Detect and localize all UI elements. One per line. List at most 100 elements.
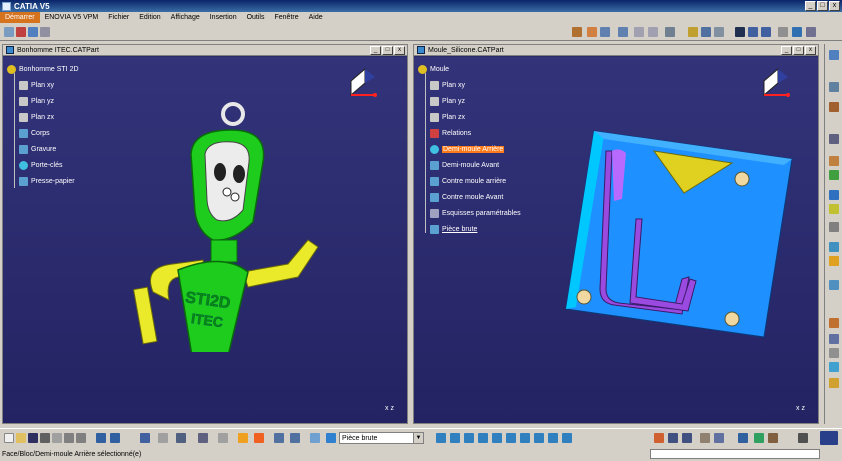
grid-icon[interactable] <box>218 433 228 443</box>
undo-icon[interactable] <box>96 433 106 443</box>
doc-right-minimize-button[interactable]: _ <box>781 46 792 55</box>
part-body-icon[interactable] <box>326 433 336 443</box>
thickness-analysis-icon[interactable] <box>768 433 778 443</box>
loft-icon[interactable] <box>829 256 839 266</box>
thread-tool-icon[interactable] <box>714 27 724 37</box>
tree-node-demi-moule-avant[interactable]: Demi-moule Avant <box>430 159 499 171</box>
tree-node-demi-moule-arriere[interactable]: Demi-moule Arrière <box>430 143 505 155</box>
doc-right-maximize-button[interactable]: □ <box>793 46 804 55</box>
zoom-in-icon[interactable] <box>492 433 502 443</box>
pad-icon[interactable] <box>829 102 839 112</box>
shaft-icon[interactable] <box>829 156 839 166</box>
shell-icon[interactable] <box>829 348 839 358</box>
body-insert-icon[interactable] <box>310 433 320 443</box>
constraint-icon[interactable] <box>290 433 300 443</box>
point-tool-icon[interactable] <box>735 27 745 37</box>
curve-tool-icon[interactable] <box>761 27 771 37</box>
minimize-button[interactable]: _ <box>805 1 816 11</box>
line-tool-icon[interactable] <box>748 27 758 37</box>
tree-node-plan-zx[interactable]: Plan zx <box>430 111 465 123</box>
rotate-icon[interactable] <box>478 433 488 443</box>
doc-left-maximize-button[interactable]: □ <box>382 46 393 55</box>
tree-node-esquisses[interactable]: Esquisses paramétrables <box>430 207 521 219</box>
curvature-analysis-icon[interactable] <box>754 433 764 443</box>
menu-aide[interactable]: Aide <box>304 12 328 23</box>
update-icon[interactable] <box>238 433 248 443</box>
pocket-tool-icon[interactable] <box>587 27 597 37</box>
fx-formula-icon[interactable] <box>140 433 150 443</box>
paste-icon[interactable] <box>76 433 86 443</box>
tree-node-root[interactable]: Moule <box>418 63 449 75</box>
groove-icon[interactable] <box>829 170 839 180</box>
menu-edition[interactable]: Edition <box>134 12 165 23</box>
tree-node-contre-moule-arriere[interactable]: Contre moule arrière <box>430 175 506 187</box>
menu-insertion[interactable]: Insertion <box>205 12 242 23</box>
compass-icon[interactable] <box>345 65 381 105</box>
pocket-icon[interactable] <box>829 134 839 144</box>
refresh-icon[interactable] <box>254 433 264 443</box>
doc-left-close-button[interactable]: x <box>394 46 405 55</box>
thickness-tool-icon[interactable] <box>701 27 711 37</box>
viewport-right[interactable]: Moule Plan xy Plan yz Plan zx Relations … <box>414 57 818 423</box>
viewport-left[interactable]: Bonhomme STI 2D Plan xy Plan yz Plan zx … <box>3 57 407 423</box>
apply-material-icon[interactable] <box>700 433 710 443</box>
hole-icon[interactable] <box>829 190 839 200</box>
hide-show-icon[interactable] <box>562 433 572 443</box>
hole-tool-icon[interactable] <box>618 27 628 37</box>
shell-tool-icon[interactable] <box>688 27 698 37</box>
open-file-icon[interactable] <box>16 433 26 443</box>
sketcher-icon[interactable] <box>829 82 839 92</box>
camera-icon[interactable] <box>798 433 808 443</box>
shading-icon[interactable] <box>548 433 558 443</box>
tree-node-porte-cles[interactable]: Porte-clés <box>19 159 63 171</box>
tree-node-plan-xy[interactable]: Plan xy <box>19 79 54 91</box>
tree-node-presse-papier[interactable]: Presse-papier <box>19 175 75 187</box>
normal-view-icon[interactable] <box>520 433 530 443</box>
menu-demarrer[interactable]: Démarrer <box>0 12 40 23</box>
tree-node-root[interactable]: Bonhomme STI 2D <box>7 63 79 75</box>
fillet-tool-icon[interactable] <box>634 27 644 37</box>
cut-icon[interactable] <box>52 433 62 443</box>
close-button[interactable]: x <box>829 1 840 11</box>
law-icon[interactable] <box>158 433 168 443</box>
tree-node-relations[interactable]: Relations <box>430 127 471 139</box>
menu-outils[interactable]: Outils <box>242 12 270 23</box>
instant-analysis-icon[interactable] <box>714 433 724 443</box>
copy-icon[interactable] <box>64 433 74 443</box>
workbench-icon[interactable] <box>829 50 839 60</box>
doc-right-close-button[interactable]: x <box>805 46 816 55</box>
maximize-button[interactable]: □ <box>817 1 828 11</box>
measure-tool-icon[interactable] <box>778 27 788 37</box>
fly-mode-icon[interactable] <box>436 433 446 443</box>
mirror-icon[interactable] <box>829 362 839 372</box>
current-body-select[interactable]: Pièce brute ▼ <box>339 432 424 444</box>
plane-tool-icon[interactable] <box>28 27 38 37</box>
pad-tool-icon[interactable] <box>572 27 582 37</box>
pattern-icon[interactable] <box>829 378 839 388</box>
save-icon[interactable] <box>28 433 38 443</box>
rib-icon[interactable] <box>829 204 839 214</box>
analysis-icon[interactable] <box>654 433 664 443</box>
catalog-icon[interactable] <box>198 433 208 443</box>
tree-node-plan-xy[interactable]: Plan xy <box>430 79 465 91</box>
tree-node-plan-zx[interactable]: Plan zx <box>19 111 54 123</box>
sketch-tool-icon[interactable] <box>16 27 26 37</box>
chamfer-tool-icon[interactable] <box>648 27 658 37</box>
tree-node-piece-brute[interactable]: Pièce brute <box>430 223 477 235</box>
tree-node-corps[interactable]: Corps <box>19 127 50 139</box>
chamfer-icon[interactable] <box>829 318 839 328</box>
zoom-out-icon[interactable] <box>506 433 516 443</box>
print-icon[interactable] <box>40 433 50 443</box>
draft-icon[interactable] <box>829 334 839 344</box>
chevron-down-icon[interactable]: ▼ <box>413 433 423 443</box>
command-input[interactable] <box>650 449 820 459</box>
snap-tool-icon[interactable] <box>792 27 802 37</box>
bonhomme-3d-model[interactable]: STI2D ITEC <box>113 92 323 352</box>
tree-node-gravure[interactable]: Gravure <box>19 143 56 155</box>
axis-system-icon[interactable] <box>274 433 284 443</box>
stiffener-icon[interactable] <box>829 242 839 252</box>
table-icon[interactable] <box>176 433 186 443</box>
mould-3d-model[interactable] <box>564 129 794 339</box>
menu-fichier[interactable]: Fichier <box>103 12 134 23</box>
iso-view-icon[interactable] <box>534 433 544 443</box>
